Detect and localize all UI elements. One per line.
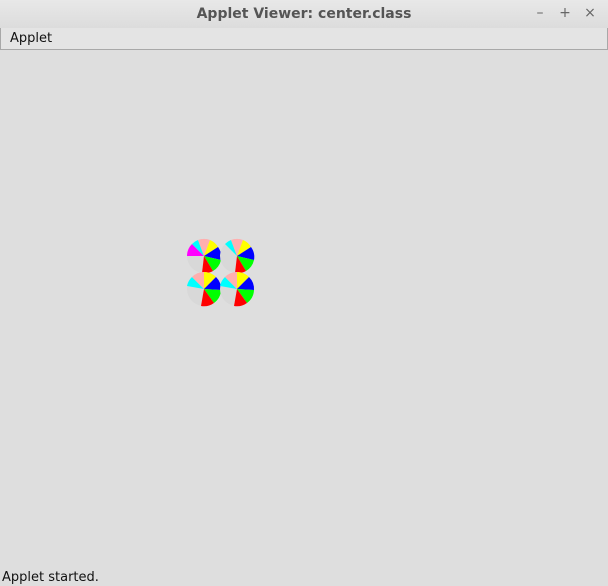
close-button[interactable]: × [581,4,599,22]
menu-bar: Applet [0,28,608,50]
applet-canvas [0,50,608,564]
maximize-button[interactable]: + [556,4,574,22]
pie-wheel [220,238,255,274]
pie-wheel [187,238,222,274]
pie-wheel [187,272,222,307]
minimize-button[interactable]: – [531,4,549,22]
applet-drawing [187,238,255,307]
title-bar: Applet Viewer: center.class – + × [0,0,608,29]
window-title: Applet Viewer: center.class [196,6,412,22]
status-text: Applet started. [2,570,99,585]
menu-applet[interactable]: Applet [10,31,52,46]
pie-wheel [220,272,255,307]
